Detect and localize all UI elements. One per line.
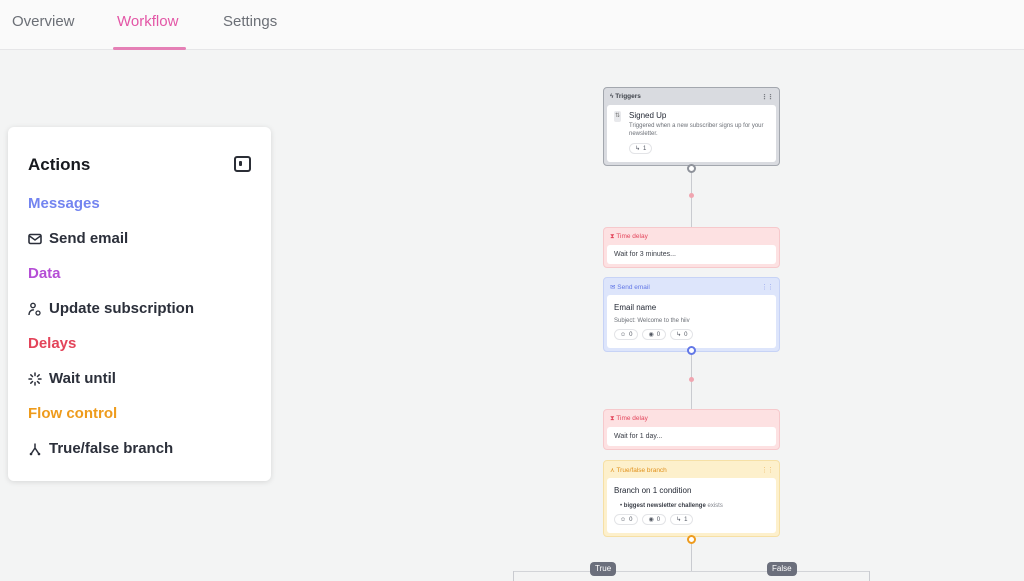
- time-delay-node[interactable]: ⧗ Time delay Wait for 3 minutes...: [603, 227, 780, 268]
- sidebar-collapse-icon[interactable]: [234, 156, 251, 172]
- true-false-branch-node[interactable]: ⋏ True/false branch ⋮⋮ Branch on 1 condi…: [603, 460, 780, 537]
- eye-icon: ◉: [648, 332, 654, 338]
- branch-condition: • biggest newsletter challenge exists: [620, 503, 723, 509]
- path-icon: ↳: [676, 517, 682, 523]
- false-branch-label[interactable]: False: [767, 562, 797, 576]
- time-delay-node[interactable]: ⧗ Time delay Wait for 1 day...: [603, 409, 780, 450]
- tab-workflow[interactable]: Workflow: [117, 13, 178, 30]
- delay-text: Wait for 3 minutes...: [607, 245, 776, 264]
- eye-icon: ◉: [648, 517, 654, 523]
- action-send-email[interactable]: Send email: [28, 230, 128, 247]
- actions-panel: Actions Messages Send email Data Update …: [8, 127, 271, 481]
- group-flow-control: Flow control: [28, 405, 118, 422]
- false-branch-line: [869, 571, 870, 581]
- trigger-description: Triggered when a new subscriber signs up…: [629, 123, 764, 137]
- trigger-header: Triggers: [615, 93, 641, 100]
- group-data: Data: [28, 265, 61, 282]
- branch-title: Branch on 1 condition: [614, 486, 692, 495]
- add-step-dot[interactable]: [689, 193, 694, 198]
- users-icon: ☺: [620, 516, 627, 523]
- connector-line: [691, 541, 692, 571]
- branch-icon: [29, 443, 41, 455]
- action-true-false-branch[interactable]: True/false branch: [28, 440, 173, 457]
- loader-icon: [28, 371, 42, 386]
- email-output-port[interactable]: [687, 346, 696, 355]
- drag-handle-icon[interactable]: ⋮⋮: [761, 93, 774, 101]
- panel-title: Actions: [28, 155, 91, 174]
- true-branch-line: [513, 571, 514, 581]
- tab-overview[interactable]: Overview: [12, 13, 75, 30]
- tab-settings[interactable]: Settings: [223, 13, 277, 30]
- action-wait-until[interactable]: Wait until: [28, 370, 116, 387]
- opens-stat: ◉ 0: [642, 329, 667, 340]
- clicks-stat: ↳ 0: [670, 329, 694, 340]
- delay-text: Wait for 1 day...: [607, 427, 776, 446]
- drag-handle-icon[interactable]: ⋮⋮: [761, 466, 774, 474]
- trigger-type-icon: ⇅: [614, 111, 621, 122]
- trigger-title: Signed Up: [629, 111, 667, 120]
- branch-split-line: [513, 571, 870, 572]
- true-branch-label[interactable]: True: [590, 562, 617, 576]
- drag-handle-icon[interactable]: ⋮⋮: [761, 283, 774, 291]
- path-icon: ↳: [676, 332, 682, 338]
- tab-bar: Overview Workflow Settings: [0, 0, 1024, 50]
- add-step-dot[interactable]: [689, 377, 694, 382]
- recipients-stat: ☺ 0: [614, 514, 639, 525]
- path-icon: ↳: [635, 146, 641, 152]
- mail-icon: [28, 233, 42, 244]
- opens-stat: ◉ 0: [642, 514, 667, 525]
- action-update-subscription[interactable]: Update subscription: [28, 300, 194, 317]
- trigger-node[interactable]: ϟ Triggers ⋮⋮ ⇅ Signed Up Triggered when…: [603, 87, 780, 166]
- recipients-stat: ☺ 0: [614, 329, 639, 340]
- email-subject: Subject: Welcome to the hiiv: [614, 318, 690, 324]
- users-icon: ☺: [620, 331, 627, 338]
- active-tab-indicator: [113, 47, 186, 50]
- clicks-stat: ↳ 1: [670, 514, 694, 525]
- trigger-output-port[interactable]: [687, 164, 696, 173]
- branch-output-port[interactable]: [687, 535, 696, 544]
- send-email-node[interactable]: ✉ Send email ⋮⋮ Email name Subject: Welc…: [603, 277, 780, 352]
- group-messages: Messages: [28, 195, 100, 212]
- group-delays: Delays: [28, 335, 77, 352]
- trigger-count-badge: ↳ 1: [629, 143, 653, 154]
- email-title: Email name: [614, 303, 657, 312]
- connector-line: [691, 169, 692, 227]
- user-gear-icon: [28, 302, 41, 316]
